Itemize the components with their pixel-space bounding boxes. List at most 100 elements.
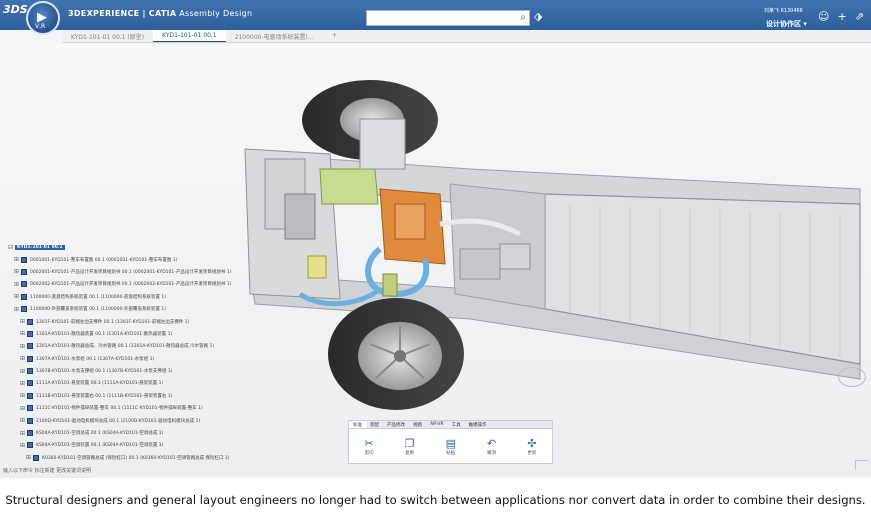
tree-item[interactable]: ⊞ K0360-KYD101-空调管路总成 (保险杠口) 00.1 (K0360-… [8, 452, 231, 464]
tree-item[interactable]: ⊞ 1111B-KYD101-悬架装置右 00.1 (1111B-KYD101-悬… [8, 390, 231, 402]
action-tab-6[interactable]: 触摸操作 [465, 421, 491, 428]
collapse-icon[interactable]: ⊟ [8, 244, 15, 251]
action-tab-3[interactable]: 视图 [409, 421, 426, 428]
product-cube-icon [27, 442, 33, 449]
product-cube-icon [21, 306, 27, 313]
expand-icon[interactable]: ⊞ [14, 281, 21, 288]
document-tabs: KYD1-101-01 00.1 (原型) KYD1-101-01 00.1 210… [62, 30, 871, 43]
copy-icon: ❐ [404, 437, 415, 450]
resize-handle[interactable] [855, 460, 869, 470]
share-icon[interactable]: ⇗ [855, 10, 864, 23]
undo-icon: ↶ [487, 437, 497, 450]
3d-viewport[interactable]: ⊟ KYD1-101-01 00.1 ⊞ 0001001-KYD101-整车布置图 0… [0, 44, 871, 478]
action-label: 撤消 [487, 451, 497, 456]
expand-icon[interactable]: ⊞ [20, 330, 27, 337]
compass-label: V,R [35, 23, 46, 30]
product-cube-icon [27, 430, 33, 437]
tree-root[interactable]: ⊟ KYD1-101-01 00.1 [8, 241, 231, 253]
product-cube-icon [27, 380, 33, 387]
tree-item-label: 0002001-KYD101-产品设计开发项目规划书 00.1 (0002001… [30, 269, 232, 275]
tree-item-label: 1111B-KYD101-悬架装置右 00.1 (1111B-KYD101-悬架… [36, 393, 173, 399]
search-icon[interactable]: ⌕ [520, 12, 526, 23]
tab-2[interactable]: 2100000-电驱动系统装置(… [226, 30, 323, 42]
tree-item[interactable]: ⊞ 0002002-KYD101-产品设计开发项目规划书 00.1 (000200… [8, 278, 231, 290]
tree-item[interactable]: ⊞ KS04A-KYD101-空调总成 00.1 (KS04A-KYD101-空调… [8, 427, 231, 439]
tree-item[interactable]: ⊞ 1301A-KYD101-散热器装置 00.1 (1301A-KYD101-散… [8, 328, 231, 340]
3ds-logo: 3DS [3, 3, 28, 16]
tab-3[interactable]: + [323, 30, 346, 42]
update-button[interactable]: ✣ 更新 [527, 437, 536, 456]
tree-item-label: 1100000-外部覆盖系统装置 00.1 (1100000-外部覆盖系统装置 … [30, 307, 167, 313]
tree-item[interactable]: ⊞ 1111C-KYD101-物件操纵装置-整车 00.1 (1111C-KYD1… [8, 402, 231, 414]
paste-button[interactable]: ▤ 粘贴 [446, 437, 456, 456]
product-cube-icon [21, 281, 27, 288]
catia-window: 3DS 3DEXPERIENCE | CATIA Assembly Design… [0, 0, 871, 478]
expand-icon[interactable]: ⊞ [14, 306, 21, 313]
top-bar: 3DS 3DEXPERIENCE | CATIA Assembly Design… [0, 0, 871, 30]
tree-item[interactable]: ⊞ 1111A-KYD101-悬架装置 00.1 (1111A-KYD101-悬架… [8, 377, 231, 389]
app-title-app: Assembly Design [179, 9, 253, 18]
product-cube-icon [27, 368, 33, 375]
action-tab-5[interactable]: 工具 [448, 421, 465, 428]
expand-icon[interactable]: ⊞ [20, 318, 27, 325]
undo-button[interactable]: ↶ 撤消 [487, 437, 496, 456]
add-icon[interactable]: + [837, 10, 846, 23]
specification-tree[interactable]: ⊟ KYD1-101-01 00.1 ⊞ 0001001-KYD101-整车布置图 0… [8, 241, 231, 464]
tree-item[interactable]: ⊞ 0002001-KYD101-产品设计开发项目规划书 00.1 (000200… [8, 266, 231, 278]
search-input[interactable]: ⌕ [366, 10, 530, 26]
expand-icon[interactable]: ⊞ [14, 293, 21, 300]
expand-icon[interactable]: ⊞ [20, 368, 27, 375]
tree-item[interactable]: ⊞ KS04A-KYD101-空调装置 00.1 (KS04A-KYD101-空调… [8, 439, 231, 451]
expand-icon[interactable]: ⊞ [20, 405, 27, 412]
expand-icon[interactable]: ⊞ [20, 392, 27, 399]
product-cube-icon [27, 330, 33, 337]
expand-icon[interactable]: ⊞ [14, 256, 21, 263]
tag-icon[interactable]: ⬗ [534, 10, 542, 23]
action-bar-tabs: 标准 装配 产品修改 视图 AR-VR 工具 触摸操作 [349, 421, 552, 429]
tree-item-label: 1307A-KYD101-水泵组 00.1 (1307A-KYD101-水泵组 … [36, 356, 155, 362]
action-bar: 标准 装配 产品修改 视图 AR-VR 工具 触摸操作 ✂ 剪切 ❐ 复制 ▤ 粘贴 ↶ 撤消 ✣ 更新 [348, 420, 553, 464]
tree-item-label: 1111C-KYD101-物件操纵装置-整车 00.1 (1111C-KYD10… [36, 406, 203, 412]
tree-item[interactable]: ⊞ 1301F-KYD101-前端左边支撑件 00.1 (1301F-KYD101… [8, 315, 231, 327]
expand-icon[interactable]: ⊞ [20, 343, 27, 350]
expand-icon[interactable]: ⊞ [20, 442, 27, 449]
action-tab-4[interactable]: AR-VR [426, 421, 448, 428]
expand-icon[interactable]: ⊞ [20, 417, 27, 424]
action-label: 剪切 [364, 451, 374, 456]
tree-item[interactable]: ⊞ 0001001-KYD101-整车布置图 00.1 (0001001-KYD1… [8, 253, 231, 265]
expand-icon[interactable]: ⊞ [20, 430, 27, 437]
expand-icon[interactable]: ⊞ [14, 268, 21, 275]
product-cube-icon [21, 293, 27, 300]
tree-item-label: KS04A-KYD101-空调总成 00.1 (KS04A-KYD101-空调总… [36, 431, 164, 437]
action-tab-1[interactable]: 装配 [366, 421, 383, 428]
tree-item[interactable]: ⊞ 2100D-KYD101-驱动电机模块总成 00.1 (2100D-KYD10… [8, 414, 231, 426]
product-cube-icon [21, 256, 27, 263]
product-cube-icon [27, 405, 33, 412]
view-compass-icon[interactable] [838, 367, 866, 387]
tree-item-label: 1100000-底盘结构系统装置 00.1 (1100000-底盘结构系统装置 … [30, 294, 167, 300]
action-tab-2[interactable]: 产品修改 [383, 421, 409, 428]
user-icon[interactable]: ☺ [818, 10, 829, 23]
update-icon: ✣ [527, 437, 537, 450]
tab-1[interactable]: KYD1-101-01 00.1 [153, 30, 226, 42]
product-cube-icon [27, 392, 33, 399]
tree-item[interactable]: ⊞ 1307A-KYD101-水泵组 00.1 (1307A-KYD101-水泵组… [8, 353, 231, 365]
tree-item[interactable]: ⊞ 1307B-KYD101-水泵支撑组 00.1 (1307B-KYD101-水… [8, 365, 231, 377]
copy-button[interactable]: ❐ 复制 [405, 437, 415, 456]
expand-icon[interactable]: ⊞ [20, 380, 27, 387]
tree-item[interactable]: ⊞ 1100000-底盘结构系统装置 00.1 (1100000-底盘结构系统装置… [8, 291, 231, 303]
tree-item[interactable]: ⊞ 1100000-外部覆盖系统装置 00.1 (1100000-外部覆盖系统装置… [8, 303, 231, 315]
action-tab-0[interactable]: 标准 [349, 421, 366, 428]
figure-caption: Structural designers and general layout … [5, 493, 866, 507]
expand-icon[interactable]: ⊞ [26, 454, 33, 461]
compass-button[interactable]: ▶ V,R [26, 1, 60, 35]
scissors-button[interactable]: ✂ 剪切 [365, 437, 374, 456]
tree-item[interactable]: ⊞ 1301A-KYD101-散热器总成、冷水管路 00.1 (1301A-KYD… [8, 340, 231, 352]
workspace-selector[interactable]: 设计协作区 ▾ [766, 19, 807, 29]
tree-root-label: KYD1-101-01 00.1 [15, 244, 65, 250]
tree-item-label: 1111A-KYD101-悬架装置 00.1 (1111A-KYD101-悬架装… [36, 381, 164, 387]
tab-0[interactable]: KYD1-101-01 00.1 (原型) [62, 30, 153, 42]
status-bar: 输入以下命令 标注新建 更改关键词说明 [3, 468, 92, 474]
product-cube-icon [27, 417, 33, 424]
expand-icon[interactable]: ⊞ [20, 355, 27, 362]
